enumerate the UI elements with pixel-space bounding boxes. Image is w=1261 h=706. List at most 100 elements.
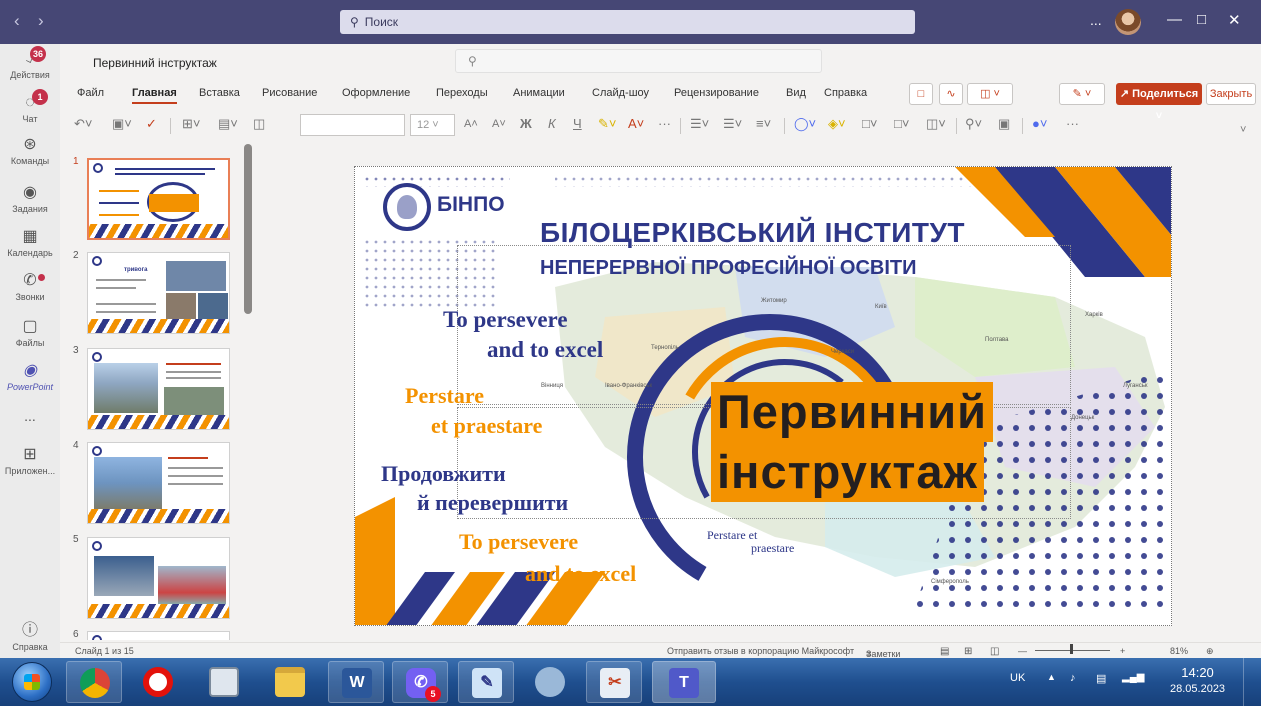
rail-item-teams[interactable]: ⊛ Команды [0,136,60,166]
zoom-slider-thumb[interactable] [1070,644,1073,654]
minimize-icon[interactable]: — [1167,11,1182,28]
rail-item-help[interactable]: ⓘ Справка [0,622,60,652]
shape-outline-icon[interactable]: □˅ [862,116,877,132]
taskbar-chrome[interactable] [66,661,122,703]
volume-icon[interactable]: ♪ [1070,672,1076,684]
bullets-icon[interactable]: ☰˅ [690,116,709,132]
slide-thumbnail-4[interactable] [87,442,230,524]
tab-draw[interactable]: Рисование [262,87,317,99]
zoom-out-button[interactable]: — [1018,646,1027,656]
align-icon[interactable]: ≡˅ [756,116,771,132]
section-icon[interactable]: ◫ [253,116,265,132]
rail-item-assignments[interactable]: ◉ Задания [0,184,60,214]
share-button[interactable]: ↗ Поделиться ˅ [1116,83,1202,122]
rail-item-activity[interactable]: ⍻ Действия 36 [0,46,60,80]
tab-review[interactable]: Рецензирование [674,87,759,99]
language-indicator[interactable]: UK [1010,672,1025,684]
document-search-input[interactable]: ⚲ [455,49,822,73]
zoom-in-button[interactable]: + [1120,646,1125,656]
taskbar-search-app[interactable] [522,661,578,703]
undo-icon[interactable]: ↶˅ [74,116,92,132]
avatar[interactable] [1115,9,1141,35]
taskbar-explorer[interactable] [262,661,318,703]
tab-design[interactable]: Оформление [342,87,410,99]
expand-ribbon-icon[interactable]: ˅ [1240,122,1246,138]
rail-item-calendar[interactable]: ▦ Календарь [0,228,60,258]
activity-button[interactable]: ∿ [939,83,963,105]
normal-view-icon[interactable]: ▤ [940,646,949,657]
bold-button[interactable]: Ж [520,116,532,132]
tab-insert[interactable]: Вставка [199,87,240,99]
find-icon[interactable]: ⚲˅ [965,116,982,132]
taskbar-viber[interactable]: ✆ 5 [392,661,448,703]
start-button[interactable] [12,662,52,702]
tab-help[interactable]: Справка [824,87,867,99]
sorter-view-icon[interactable]: ⊞ [964,646,972,657]
arrange-icon[interactable]: ◫˅ [926,116,946,132]
taskbar-paint[interactable]: ✎ [458,661,514,703]
document-title[interactable]: Первинний інструктаж [93,56,217,70]
highlight-icon[interactable]: ✎˅ [598,116,616,132]
system-clock[interactable]: 14:20 28.05.2023 [1170,664,1225,698]
search-input[interactable]: ⚲ Поиск [340,10,915,34]
new-slide-icon[interactable]: ⊞˅ [182,116,200,132]
network-icon[interactable]: ▤ [1096,672,1106,685]
grow-font-icon[interactable]: A˄ [464,116,478,132]
tray-expand-icon[interactable]: ▲ [1047,672,1056,682]
italic-button[interactable]: К [548,116,556,132]
shapes-icon[interactable]: ◯˅ [794,116,816,132]
more-commands-icon[interactable]: ··· [1066,116,1079,132]
back-icon[interactable]: ‹ [14,12,20,30]
slide-title-box[interactable]: Первинний інструктаж [711,382,1061,512]
maximize-icon[interactable]: □ [1197,11,1206,28]
taskbar-word[interactable]: W [328,661,384,703]
rail-item-apps[interactable]: ⊞ Приложен... [0,446,60,476]
slide-thumbnail-5[interactable] [87,537,230,619]
tab-transitions[interactable]: Переходы [436,87,488,99]
fit-slide-icon[interactable]: ⊕ [1206,646,1214,657]
underline-button[interactable]: Ч [573,116,582,132]
signal-icon[interactable]: ▂▄▆ [1122,672,1144,683]
more-options-button[interactable]: ... [1090,12,1102,28]
slide-thumbnail-2[interactable]: тривога [87,252,230,334]
taskbar-teams[interactable]: T [652,661,716,703]
tab-file[interactable]: Файл [77,87,104,99]
forward-icon[interactable]: › [38,12,44,30]
rail-item-files[interactable]: ▢ Файлы [0,318,60,348]
taskbar-snipping[interactable]: ✂ [586,661,642,703]
reading-view-icon[interactable]: ◫ [990,646,999,657]
taskbar-calculator[interactable] [196,661,252,703]
font-family-select[interactable] [300,114,405,136]
rail-item-calls[interactable]: ✆ Звонки [0,272,60,302]
designer-icon[interactable]: ▣ [998,116,1010,132]
close-icon[interactable]: ✕ [1228,11,1241,29]
zoom-level[interactable]: 81% [1170,646,1188,656]
slide-canvas[interactable]: БІНПО БІЛОЦЕРКІВСЬКИЙ ІНСТИТУТ НЕПЕРЕРВН… [354,166,1172,626]
tab-home[interactable]: Главная [132,87,177,104]
font-color-icon[interactable]: A˅ [628,116,644,132]
tab-slideshow[interactable]: Слайд-шоу [592,87,649,99]
slide-thumbnail-1[interactable] [87,158,230,240]
rail-item-powerpoint[interactable]: ◉ PowerPoint [0,362,60,392]
shape-effects-icon[interactable]: □˅ [894,116,909,132]
more-font-options[interactable]: ··· [658,116,671,132]
close-document-button[interactable]: Закрыть [1206,83,1256,105]
show-desktop-button[interactable] [1243,658,1261,706]
layout-icon[interactable]: ▤˅ [218,116,238,132]
slide-thumbnail-6[interactable] [87,631,230,640]
format-painter-icon[interactable]: ✓ [146,116,157,132]
rail-item-chat[interactable]: ◌ Чат 1 [0,89,60,124]
font-size-select[interactable]: 12 ˅ [410,114,455,136]
taskbar-opera[interactable] [130,661,186,703]
shrink-font-icon[interactable]: A˅ [492,116,506,132]
present-button[interactable]: ◫ ˅ [967,83,1013,105]
thumbnails-scrollbar[interactable] [244,144,252,314]
paste-icon[interactable]: ▣˅ [112,116,132,132]
tab-animations[interactable]: Анимации [513,87,565,99]
shape-fill-icon[interactable]: ◈˅ [828,116,846,132]
slide-thumbnail-3[interactable] [87,348,230,430]
numbering-icon[interactable]: ☰˅ [723,116,742,132]
feedback-link[interactable]: Отправить отзыв в корпорацию Майкрософт [667,646,854,656]
pen-button[interactable]: ✎ ˅ [1059,83,1105,105]
tab-view[interactable]: Вид [786,87,806,99]
